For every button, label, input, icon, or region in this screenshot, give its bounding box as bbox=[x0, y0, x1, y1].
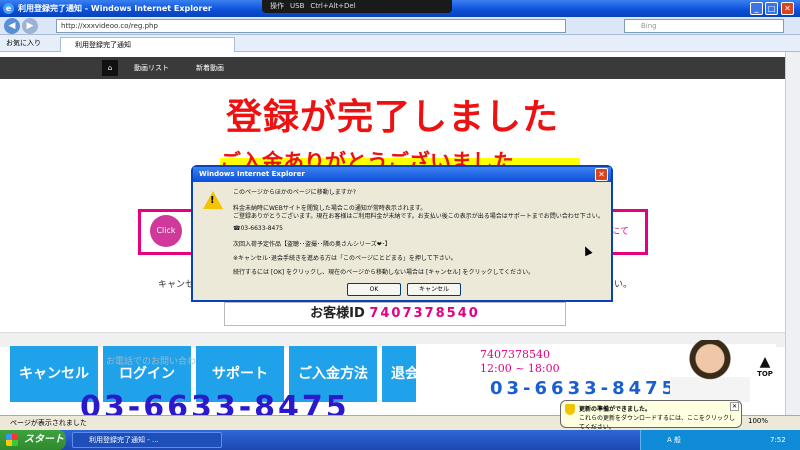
site-nav: ⌂ 動画リスト 新着動画 bbox=[0, 57, 785, 79]
customer-id-box: お客様ID 7407378540 bbox=[224, 302, 566, 326]
arrow-up-icon: ▲ bbox=[759, 354, 771, 370]
nav-new-videos[interactable]: 新着動画 bbox=[196, 60, 224, 76]
home-icon[interactable]: ⌂ bbox=[102, 60, 118, 76]
search-input[interactable]: Bing bbox=[624, 19, 784, 33]
dialog-line-6: ※キャンセル･退会手続きを進める方は「このページにとどまる」を押して下さい。 bbox=[233, 255, 457, 262]
window-title: 利用登録完了通知 - Windows Internet Explorer bbox=[18, 4, 212, 13]
support-hours: 12:00 ~ 18:00 bbox=[480, 362, 560, 375]
taskbar-item-ie[interactable]: 利用登録完了通知 - ... bbox=[72, 432, 222, 448]
customer-id-label: お客様ID bbox=[310, 306, 365, 321]
dialog-ok-button[interactable]: OK bbox=[347, 283, 401, 296]
big-phone-number: 03-6633-8475 bbox=[80, 390, 350, 415]
back-to-top-button[interactable]: ▲ TOP bbox=[748, 354, 782, 394]
dialog-line-3: ご登録ありがとうございます。現在お客様はご利用料金が未納です。お支払い後この表示… bbox=[233, 213, 604, 220]
balloon-close-button[interactable]: ✕ bbox=[730, 402, 739, 411]
operator-image bbox=[670, 340, 750, 402]
dialog-line-7: 続行するには [OK] をクリックし、現在のページから移動しない場合は [キャン… bbox=[233, 269, 535, 276]
maximize-button[interactable]: □ bbox=[765, 2, 778, 15]
pink-notice-text: にて bbox=[611, 227, 630, 237]
ime-indicator[interactable]: A 般 bbox=[667, 436, 681, 444]
vertical-scrollbar[interactable] bbox=[785, 52, 800, 415]
customer-id-value: 7407378540 bbox=[369, 306, 480, 321]
tab-label: 利用登録完了通知 bbox=[75, 41, 131, 49]
click-hand-icon[interactable]: Click bbox=[150, 215, 182, 247]
ie-logo-icon: e bbox=[3, 3, 14, 14]
status-text: ページが表示されました bbox=[10, 419, 87, 427]
dialog-cancel-button[interactable]: キャンセル bbox=[407, 283, 461, 296]
warning-exclamation: ! bbox=[210, 195, 215, 206]
back-button[interactable]: ◀ bbox=[4, 18, 20, 34]
page-headline: 登録が完了しました bbox=[225, 97, 559, 138]
address-bar: ◀ ▶ http://xxxvideoo.co/reg.php Bing bbox=[0, 17, 800, 35]
dialog-title: Windows Internet Explorer bbox=[193, 167, 611, 182]
dialog-close-button[interactable]: ✕ bbox=[595, 168, 608, 181]
shield-icon bbox=[565, 404, 575, 415]
vm-usb[interactable]: USB bbox=[290, 0, 304, 13]
update-balloon[interactable]: 更新の準備ができました。 これらの更新をダウンロードするには、ここをクリックして… bbox=[560, 400, 742, 431]
vm-menu[interactable]: 操作 bbox=[270, 0, 284, 13]
support-customer-id: 7407378540 bbox=[480, 348, 550, 361]
dialog-line-1: このページからほかのページに移動しますか? bbox=[233, 189, 356, 196]
vm-ctrl-alt-del[interactable]: Ctrl+Alt+Del bbox=[310, 0, 355, 13]
dialog-line-5: 次回入荷予定作品【盗聴･･盗撮･･隣の奥さんシリーズ❤･】 bbox=[233, 241, 391, 248]
balloon-body: これらの更新をダウンロードするには、ここをクリックしてください。 bbox=[579, 415, 736, 431]
support-phone: 03-6633-8475 bbox=[490, 378, 679, 399]
dialog-line-4: ☎03-6633-8475 bbox=[233, 225, 283, 232]
forward-button[interactable]: ▶ bbox=[22, 18, 38, 34]
favorites-tab-bar: お気に入り 利用登録完了通知 bbox=[0, 35, 800, 52]
nav-video-list[interactable]: 動画リスト bbox=[134, 60, 169, 76]
cancel-notice-text: キャンセ bbox=[158, 280, 195, 290]
ie-confirm-dialog: Windows Internet Explorer ✕ ! このページからほかの… bbox=[191, 165, 613, 302]
tab-current[interactable]: 利用登録完了通知 bbox=[60, 37, 235, 52]
windows-flag-icon bbox=[6, 434, 18, 446]
cancel-notice-text-end: い。 bbox=[614, 280, 633, 290]
balloon-title: 更新の準備ができました。 bbox=[579, 406, 652, 413]
zoom-level[interactable]: 100% bbox=[748, 417, 768, 425]
vm-control-bar: 操作 USB Ctrl+Alt+Del bbox=[262, 0, 452, 13]
top-label: TOP bbox=[757, 370, 773, 378]
url-input[interactable]: http://xxxvideoo.co/reg.php bbox=[56, 19, 566, 33]
close-button[interactable]: ✕ bbox=[781, 2, 794, 15]
minimize-button[interactable]: _ bbox=[750, 2, 763, 15]
favorites-button[interactable]: お気に入り bbox=[6, 38, 41, 48]
clock: 7:52 bbox=[770, 436, 786, 444]
